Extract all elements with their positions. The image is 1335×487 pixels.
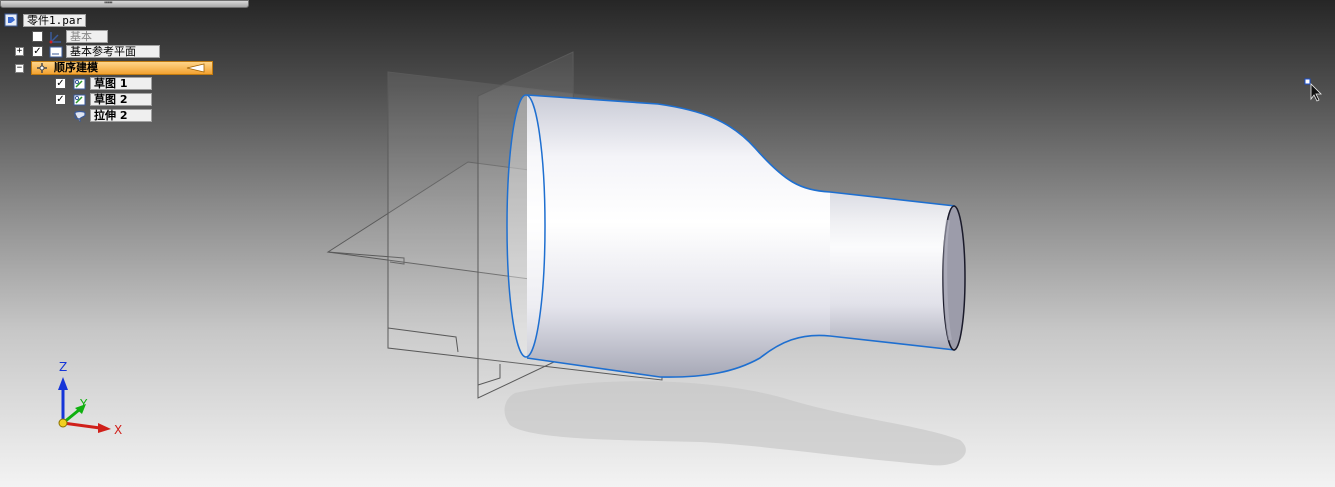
tree-item-base-label[interactable]: 基本 <box>66 30 108 43</box>
ground-shadow <box>504 381 966 466</box>
reference-planes-expander[interactable]: + <box>15 47 24 56</box>
tree-item-sketch2-label[interactable]: 草图 2 <box>90 93 152 106</box>
sketch2-checkbox[interactable]: ✓ <box>55 94 66 105</box>
base-visibility-checkbox[interactable] <box>32 31 43 42</box>
triad-y-label: Y <box>80 397 88 411</box>
extrude-icon <box>74 110 86 122</box>
sketch1-checkbox[interactable]: ✓ <box>55 78 66 89</box>
mouse-cursor-icon <box>1304 78 1322 102</box>
reference-planes-checkbox[interactable]: ✓ <box>32 46 43 57</box>
tree-item-sketch1-label[interactable]: 草图 1 <box>90 77 152 90</box>
coordinate-system-icon <box>49 32 61 44</box>
part-file-icon <box>4 13 18 27</box>
sketch-icon <box>73 78 86 90</box>
tree-item-extrude2-label[interactable]: 拉伸 2 <box>90 109 152 122</box>
rollback-marker-icon[interactable] <box>186 63 206 73</box>
tree-item-reference-planes-label[interactable]: 基本参考平面 <box>66 45 160 58</box>
triad-x-label: X <box>114 423 123 437</box>
tree-root-label[interactable]: 零件1.par <box>23 14 87 27</box>
large-end-face[interactable] <box>506 94 546 358</box>
tree-item-ordered-modeling-label[interactable]: 顺序建模 <box>54 61 98 75</box>
3d-graphics-viewport[interactable]: Z Y X '''''''''''' 零件1.par 基本 + ✓ 基本参考平面… <box>0 0 1335 487</box>
sketch-icon <box>73 94 86 106</box>
ordered-modeling-icon <box>37 63 47 73</box>
triad-z-label: Z <box>59 360 68 374</box>
reference-plane-icon <box>49 46 63 58</box>
ordered-modeling-expander[interactable]: − <box>15 64 24 73</box>
pathfinder-grip-bar[interactable]: '''''''''''' <box>0 0 249 8</box>
